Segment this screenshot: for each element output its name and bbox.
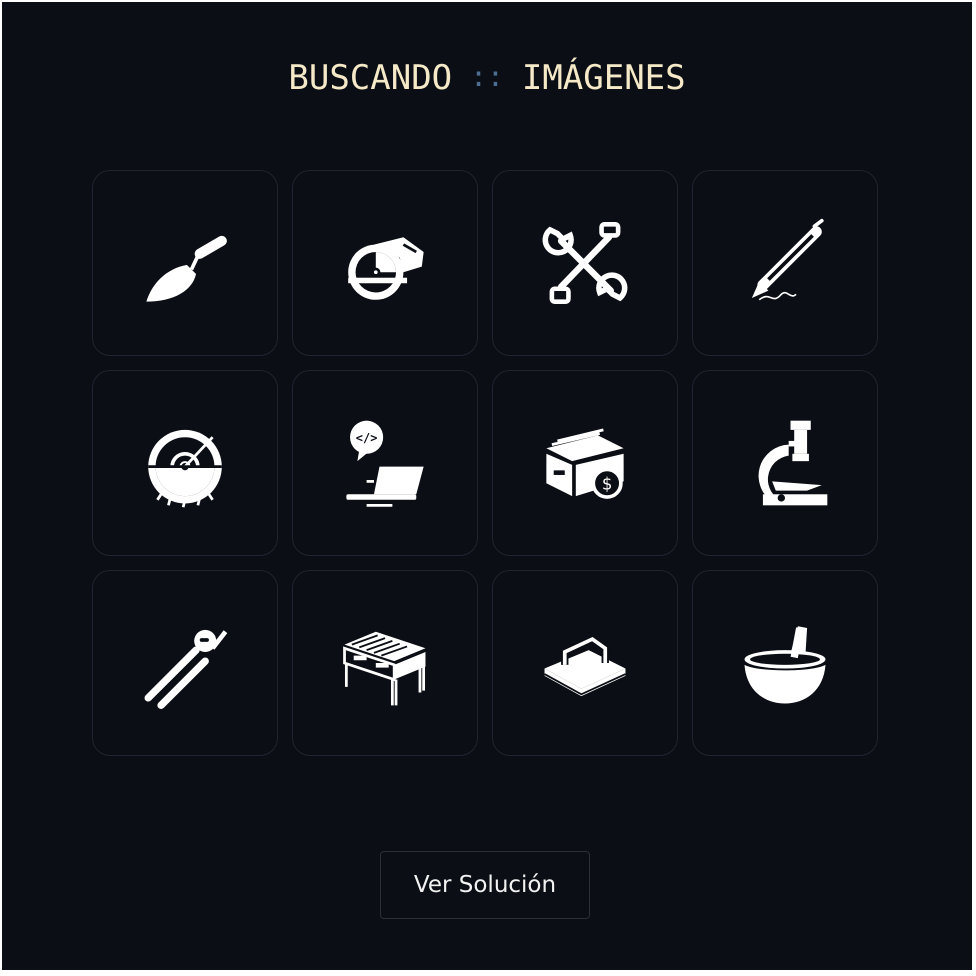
image-grid: </> $: [92, 170, 880, 756]
saw-blade-icon: [148, 429, 222, 508]
image-tile-trowel[interactable]: [92, 170, 278, 356]
svg-text:$: $: [602, 475, 613, 494]
trowel-icon: [146, 235, 227, 302]
image-tile-pliers[interactable]: [92, 570, 278, 756]
image-tile-money-box[interactable]: $: [492, 370, 678, 556]
laptop-code-icon: </>: [346, 420, 424, 507]
image-tile-wrenches[interactable]: [492, 170, 678, 356]
pliers-icon: [144, 629, 228, 709]
image-tile-pen[interactable]: [692, 170, 878, 356]
game-frame: BUSCANDO:: IMÁGENES </> $ Ver Solución: [2, 2, 972, 970]
mortar-pestle-icon: [744, 626, 826, 704]
image-tile-saw-blade[interactable]: [92, 370, 278, 556]
title-separator: ::: [470, 60, 504, 93]
page-title: BUSCANDO:: IMÁGENES: [2, 58, 972, 98]
svg-text:</>: </>: [356, 431, 378, 445]
microscope-icon: [758, 420, 828, 506]
image-tile-float[interactable]: [492, 570, 678, 756]
image-tile-mortar[interactable]: [692, 570, 878, 756]
image-tile-laptop[interactable]: </>: [292, 370, 478, 556]
crossed-wrenches-icon: [542, 222, 628, 304]
pen-icon: [751, 218, 824, 301]
title-right: IMÁGENES: [521, 58, 686, 98]
title-left: BUSCANDO: [288, 58, 453, 98]
image-tile-microscope[interactable]: [692, 370, 878, 556]
image-tile-circular-saw[interactable]: [292, 170, 478, 356]
money-box-icon: $: [546, 428, 624, 499]
circular-saw-icon: [348, 237, 424, 300]
desk-icon: [343, 631, 426, 706]
solution-button[interactable]: Ver Solución: [380, 851, 590, 919]
image-tile-desk[interactable]: [292, 570, 478, 756]
float-trowel-icon: [544, 634, 626, 697]
